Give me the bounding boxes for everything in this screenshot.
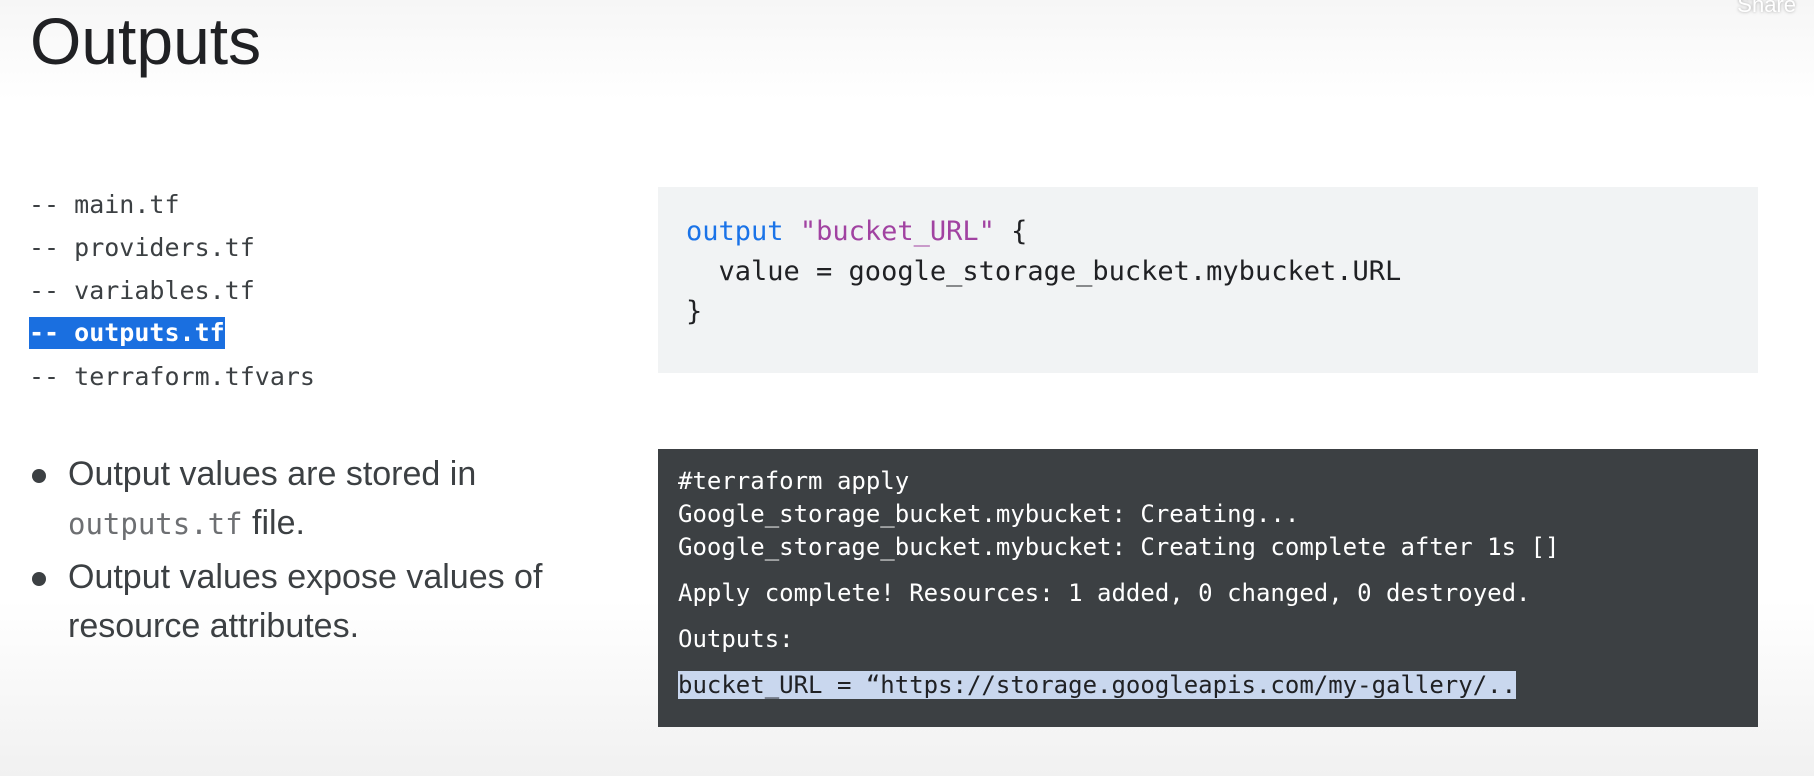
- file-item-providers: -- providers.tf: [29, 233, 255, 262]
- bullet-text-end: file.: [242, 504, 305, 542]
- share-button[interactable]: Share: [1737, 0, 1796, 18]
- terminal-line: #terraform apply: [678, 467, 910, 495]
- file-tree: -- main.tf -- providers.tf -- variables.…: [29, 183, 315, 398]
- terminal-line: Outputs:: [678, 625, 794, 653]
- code-line: }: [686, 296, 703, 327]
- bullet-item: Output values are stored in outputs.tf f…: [30, 450, 590, 549]
- bullet-item: Output values expose values of resource …: [30, 553, 590, 651]
- code-line: value = google_storage_bucket.mybucket.U…: [686, 256, 1402, 287]
- code-string: "bucket_URL": [799, 216, 995, 247]
- terminal-line: Google_storage_bucket.mybucket: Creating…: [678, 533, 1560, 561]
- code-brace-open: {: [994, 216, 1028, 247]
- bullet-text: Output values are stored in: [68, 455, 477, 493]
- code-line: output "bucket_URL" {: [686, 212, 1730, 252]
- code-keyword: output: [686, 216, 784, 247]
- file-item-variables: -- variables.tf: [29, 276, 255, 305]
- code-block: output "bucket_URL" { value = google_sto…: [658, 187, 1758, 373]
- bullet-dot-icon: [32, 572, 46, 586]
- bullet-list: Output values are stored in outputs.tf f…: [30, 450, 590, 655]
- terminal-output-highlight: bucket_URL = “https://storage.googleapis…: [678, 671, 1517, 699]
- slide-title: Outputs: [30, 4, 262, 78]
- bullet-dot-icon: [32, 469, 46, 483]
- terminal-line: Google_storage_bucket.mybucket: Creating…: [678, 500, 1300, 528]
- terminal-output: #terraform apply Google_storage_bucket.m…: [658, 449, 1758, 727]
- bullet-code: outputs.tf: [68, 507, 243, 541]
- file-item-outputs-selected: -- outputs.tf: [29, 317, 225, 349]
- bullet-text: Output values expose values of resource …: [68, 558, 543, 645]
- file-item-tfvars: -- terraform.tfvars: [29, 362, 315, 391]
- file-item-main: -- main.tf: [29, 190, 180, 219]
- terminal-line: Apply complete! Resources: 1 added, 0 ch…: [678, 579, 1531, 607]
